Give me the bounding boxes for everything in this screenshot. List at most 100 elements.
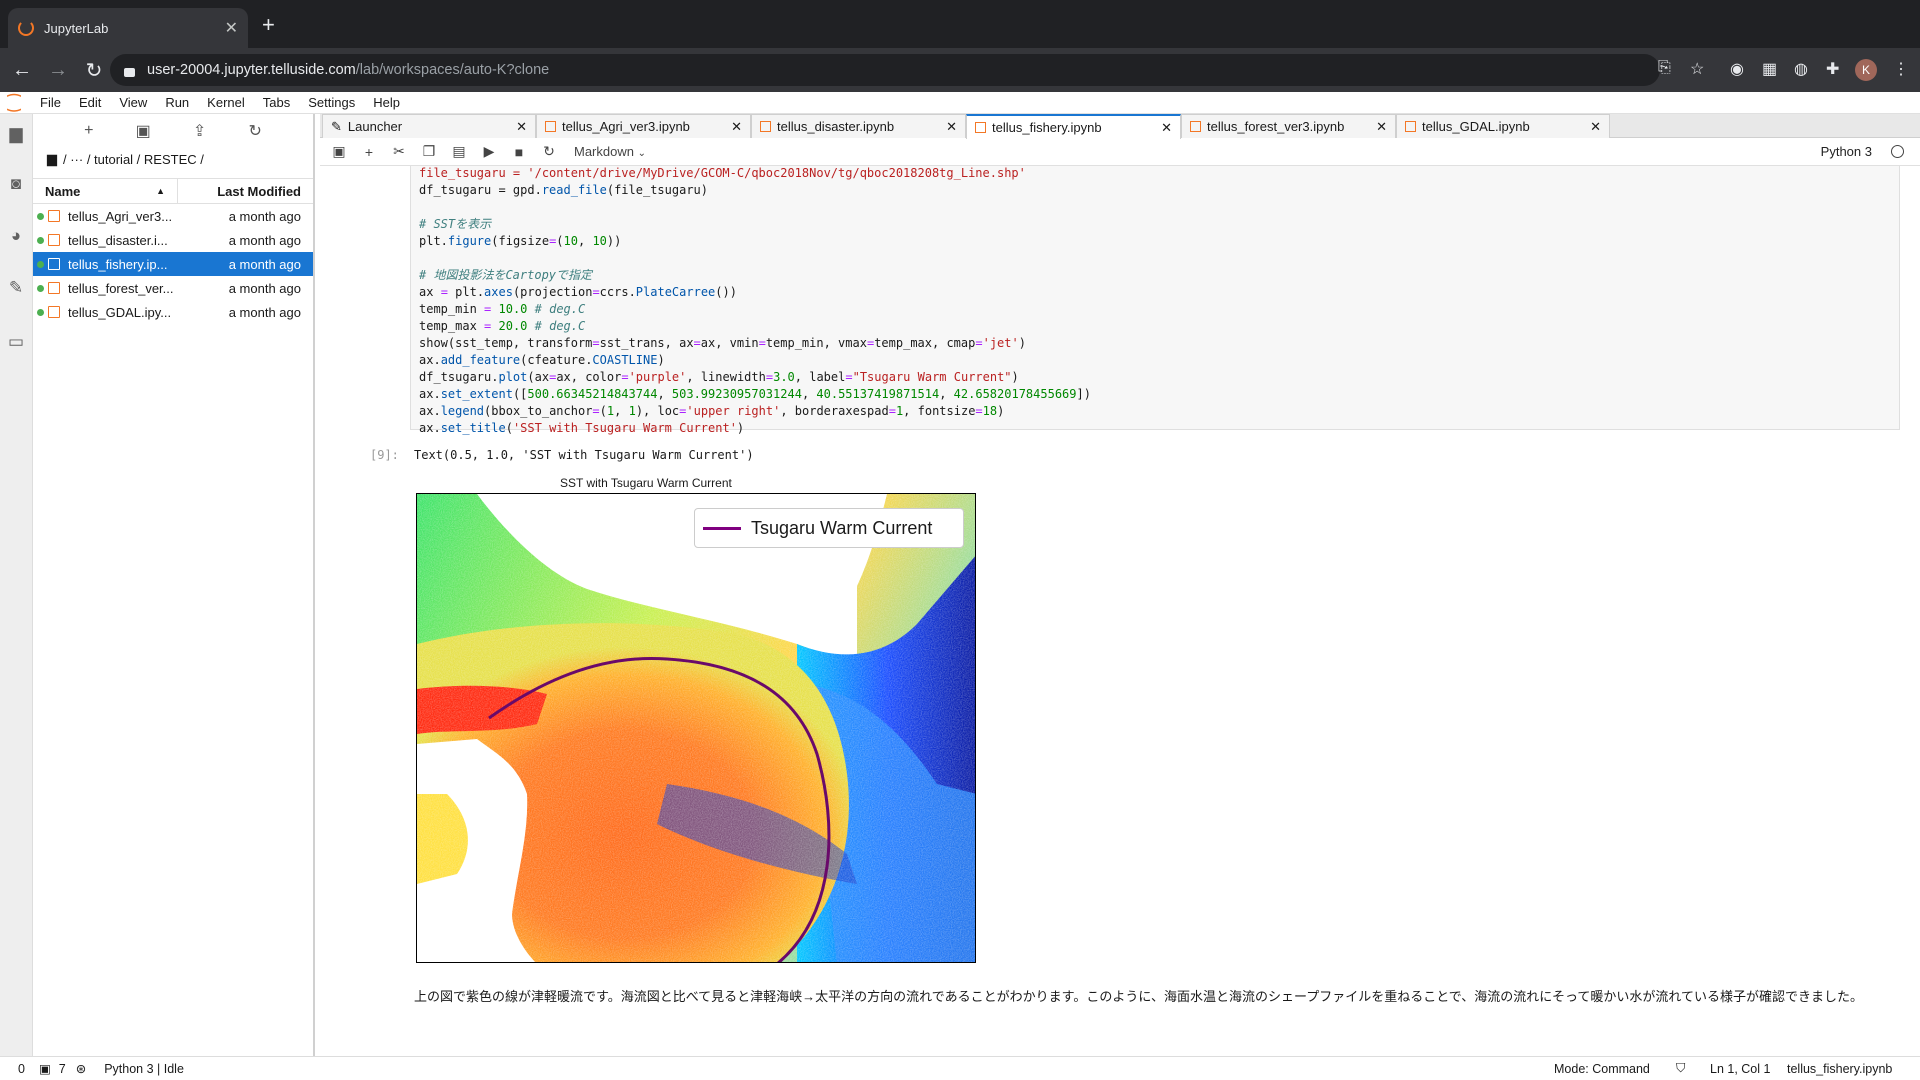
folder-icon[interactable]: ▆ [7, 124, 25, 143]
kernel-name[interactable]: Python 3 [1821, 144, 1872, 159]
file-modified: a month ago [228, 280, 301, 296]
notebook-icon [760, 121, 771, 132]
folder-icon[interactable]: ▆ [47, 151, 57, 167]
file-row[interactable]: tellus_forest_ver... a month ago [33, 276, 313, 300]
legend-label: Tsugaru Warm Current [751, 517, 933, 538]
document-tab-bar: ✎ Launcher ✕ tellus_Agri_ver3.ipynb ✕ tellu… [320, 114, 1920, 139]
file-modified: a month ago [228, 208, 301, 224]
close-tab-icon[interactable]: ✕ [516, 119, 527, 135]
restart-icon[interactable]: ↻ [534, 143, 564, 160]
file-row[interactable]: tellus_fishery.ip... a month ago [33, 252, 313, 276]
current-file[interactable]: tellus_fishery.ipynb [1787, 1062, 1892, 1076]
extension-icon[interactable]: ▦ [1762, 59, 1777, 79]
output-prompt: [9]: [370, 448, 399, 462]
url-field[interactable]: user-20004.jupyter.telluside.com/lab/wor… [110, 54, 1660, 86]
tab-launcher[interactable]: ✎ Launcher ✕ [322, 114, 536, 138]
notebook-icon [1190, 121, 1201, 132]
notebook-icon [48, 306, 60, 318]
tab-disaster[interactable]: tellus_disaster.ipynb ✕ [751, 114, 966, 138]
save-icon[interactable]: ▣ [324, 143, 354, 160]
status-count-a[interactable]: 0 [18, 1062, 25, 1076]
refresh-icon[interactable]: ↻ [248, 121, 261, 141]
paste-icon[interactable]: ▤ [444, 143, 474, 160]
new-tab-icon[interactable]: + [262, 12, 275, 38]
terminal-icon: ▣ [38, 1062, 51, 1076]
menu-file[interactable]: File [40, 95, 61, 110]
tab-agri[interactable]: tellus_Agri_ver3.ipynb ✕ [536, 114, 751, 138]
file-row[interactable]: tellus_Agri_ver3... a month ago [33, 204, 313, 228]
column-modified[interactable]: Last Modified [178, 184, 313, 199]
menu-run[interactable]: Run [165, 95, 189, 110]
tab-forest[interactable]: tellus_forest_ver3.ipynb ✕ [1181, 114, 1396, 138]
launcher-icon: ✎ [331, 118, 342, 134]
menu-edit[interactable]: Edit [79, 95, 101, 110]
extension-icon[interactable]: ◉ [1730, 59, 1744, 79]
lock-icon [124, 67, 135, 77]
notebook-icon [545, 121, 556, 132]
close-tab-icon[interactable]: ✕ [225, 18, 238, 38]
chevron-down-icon: ⌄ [637, 148, 646, 159]
column-name-label: Name [45, 183, 81, 199]
menu-kernel[interactable]: Kernel [207, 95, 245, 110]
profile-avatar[interactable]: K [1855, 59, 1877, 81]
tabs-icon[interactable]: ▭ [7, 332, 25, 351]
tab-fishery[interactable]: tellus_fishery.ipynb ✕ [966, 114, 1181, 139]
kernel-state[interactable]: Python 3 | Idle [104, 1062, 184, 1076]
close-tab-icon[interactable]: ✕ [731, 119, 742, 135]
new-folder-icon[interactable]: ▣ [136, 121, 151, 141]
notebook-toolbar: ▣ + ✂ ❐ ▤ ▶ ■ ↻ Markdown ⌄ Python 3 [320, 138, 1920, 166]
code-cell[interactable]: file_tsugaru = '/content/drive/MyDrive/G… [410, 166, 1900, 435]
running-dot-icon [37, 308, 44, 316]
new-launcher-icon[interactable]: + [84, 122, 93, 140]
stop-icon[interactable]: ■ [504, 144, 534, 160]
upload-icon[interactable]: ⇪ [193, 121, 206, 141]
notebook-icon [1405, 121, 1416, 132]
extension-icon[interactable]: ◍ [1794, 59, 1808, 79]
back-icon[interactable]: ← [8, 59, 36, 82]
notebook-icon [48, 234, 60, 246]
browser-menu-icon[interactable]: ⋮ [1893, 59, 1909, 79]
bookmark-star-icon[interactable]: ☆ [1690, 59, 1704, 79]
status-count-b[interactable]: 7 [59, 1062, 66, 1076]
extensions-puzzle-icon[interactable]: ✚ [1826, 59, 1839, 79]
notebook-panel[interactable]: file_tsugaru = '/content/drive/MyDrive/G… [320, 166, 1920, 1056]
menu-view[interactable]: View [119, 95, 147, 110]
palette-icon[interactable]: ◕ [7, 226, 25, 245]
menu-help[interactable]: Help [373, 95, 400, 110]
run-icon[interactable]: ▶ [474, 143, 504, 160]
close-tab-icon[interactable]: ✕ [1161, 120, 1172, 136]
tab-label: Launcher [347, 119, 403, 134]
jupyter-logo-icon: ⁐ [8, 94, 21, 112]
running-dot-icon [37, 212, 44, 220]
menu-settings[interactable]: Settings [308, 95, 355, 110]
close-tab-icon[interactable]: ✕ [1590, 119, 1601, 135]
mode-indicator[interactable]: Mode: Command [1554, 1062, 1650, 1076]
translate-icon[interactable]: ⎘ [1658, 59, 1671, 77]
file-row[interactable]: tellus_GDAL.ipy... a month ago [33, 300, 313, 324]
reload-icon[interactable]: ↻ [80, 58, 108, 83]
insert-cell-icon[interactable]: + [354, 144, 384, 160]
output-text: Text(0.5, 1.0, 'SST with Tsugaru Warm Cu… [414, 448, 754, 462]
menu-tabs[interactable]: Tabs [263, 95, 290, 110]
tab-gdal[interactable]: tellus_GDAL.ipynb ✕ [1396, 114, 1610, 138]
breadcrumb-path[interactable]: / ··· / tutorial / RESTEC / [63, 152, 204, 167]
running-icon[interactable]: ◙ [7, 174, 25, 193]
cut-icon[interactable]: ✂ [384, 143, 414, 160]
cell-type-select[interactable]: Markdown ⌄ [574, 144, 646, 159]
forward-icon[interactable]: → [44, 59, 72, 82]
column-name[interactable]: Name ▲ [33, 179, 178, 203]
file-name: tellus_Agri_ver3... [68, 208, 173, 224]
running-dot-icon [37, 236, 44, 244]
markdown-cell[interactable]: 上の図で紫色の線が津軽暖流です。海流図と比べて見ると津軽海峡→太平洋の方向の流れ… [414, 986, 1904, 1008]
copy-icon[interactable]: ❐ [414, 143, 444, 160]
cursor-position[interactable]: Ln 1, Col 1 [1710, 1062, 1770, 1076]
close-tab-icon[interactable]: ✕ [946, 119, 957, 135]
url-path: /lab/workspaces/auto-K?clone [355, 62, 550, 78]
breadcrumb: ▆ / ··· / tutorial / RESTEC / [33, 148, 313, 170]
file-row[interactable]: tellus_disaster.i... a month ago [33, 228, 313, 252]
close-tab-icon[interactable]: ✕ [1376, 119, 1387, 135]
browser-tab[interactable]: JupyterLab ✕ [8, 8, 248, 48]
notebook-icon [975, 122, 986, 133]
sst-map-image: Tsugaru Warm Current [416, 493, 976, 963]
wrench-icon[interactable]: ✎ [7, 278, 25, 297]
